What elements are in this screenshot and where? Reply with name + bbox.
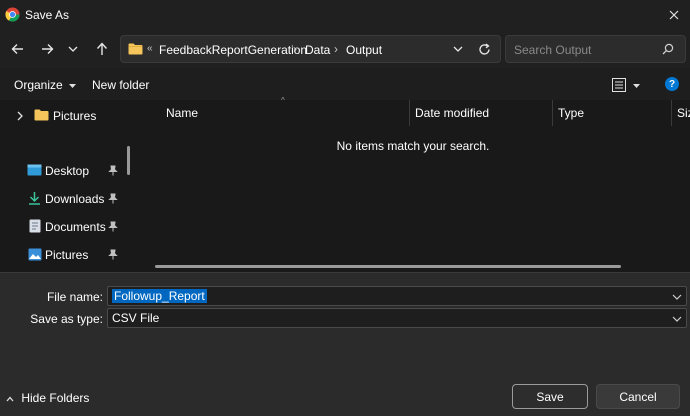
command-bar: Organize New folder [0,68,690,100]
search-placeholder: Search Output [514,43,592,57]
column-header-type[interactable]: Type [558,106,584,120]
column-header-date-modified[interactable]: Date modified [415,106,489,120]
search-icon [662,43,674,55]
chevron-right-icon: › [334,42,338,56]
arrow-right-icon [41,44,53,54]
back-button[interactable] [6,30,28,68]
documents-icon [29,219,41,233]
sidebar-item-documents[interactable]: Documents [0,215,130,239]
caret-down-icon [633,84,640,88]
save-as-type-select[interactable]: CSV File [107,308,687,328]
chevron-right-icon: › [293,42,297,56]
arrow-left-icon [11,44,23,54]
download-icon [29,192,40,205]
save-as-type-value: CSV File [112,311,160,325]
window-title: Save As [25,8,70,22]
pictures-icon [28,248,42,261]
desktop-icon [27,164,42,176]
refresh-icon [478,42,490,55]
file-name-label: File name: [46,290,103,304]
sidebar-item-label: Documents [45,220,106,234]
caret-down-icon [69,83,77,88]
recent-locations-button[interactable] [64,30,82,68]
help-icon: ? [668,78,676,90]
help-button[interactable]: ? [665,77,679,91]
column-divider[interactable] [552,100,553,126]
hide-folders-label: Hide Folders [21,391,90,405]
sidebar-item-label: Desktop [45,164,90,178]
pin-icon [108,249,118,260]
save-as-type-label: Save as type: [30,312,103,326]
file-list[interactable]: ^ Name Date modified Type Size No items … [136,96,690,272]
breadcrumb-item[interactable]: Data [305,43,330,57]
new-folder-button[interactable]: New folder [92,78,149,92]
view-options-button[interactable] [612,75,644,95]
sidebar-item-label: Pictures [45,248,89,262]
column-divider[interactable] [409,100,410,126]
file-name-field[interactable]: Followup_Report [107,286,687,306]
breadcrumb-item[interactable]: FeedbackReportGeneration [159,43,307,57]
address-history-button[interactable] [447,35,469,63]
sidebar-item-label: Pictures [53,109,97,123]
pin-icon [108,165,118,176]
sidebar-item-pictures-expand[interactable]: Pictures [0,104,130,128]
chevron-right-icon [17,111,23,121]
chevron-down-icon [68,46,78,52]
chevron-down-icon [672,316,682,322]
sort-indicator-icon: ^ [281,96,285,105]
folder-icon [128,43,143,55]
column-divider[interactable] [671,100,672,126]
organize-button[interactable]: Organize [14,78,77,92]
breadcrumb-item[interactable]: Output [346,43,382,57]
pin-icon [108,193,118,204]
chevron-down-icon[interactable] [672,294,682,300]
navigation-pane[interactable]: Pictures Desktop Downloads Documents Pic… [0,100,136,272]
sidebar-item-label: Downloads [45,192,105,206]
refresh-button[interactable] [473,35,495,63]
title-bar: Save As [0,0,690,30]
horizontal-scrollbar[interactable] [155,265,621,268]
cancel-button[interactable]: Cancel [596,384,680,409]
arrow-up-icon [96,42,108,55]
sidebar-item-pictures[interactable]: Pictures [0,243,130,267]
empty-message: No items match your search. [336,139,490,153]
hide-folders-button[interactable]: Hide Folders [6,391,89,405]
address-bar[interactable]: « FeedbackReportGeneration › Data › Outp… [120,35,501,63]
close-icon [669,10,679,20]
sidebar-item-downloads[interactable]: Downloads [0,187,130,211]
chrome-icon [5,7,20,22]
save-form: File name: Followup_Report Save as type:… [0,272,690,416]
chevron-up-icon [6,396,14,402]
view-list-icon [612,78,626,92]
up-button[interactable] [91,30,113,68]
sidebar-item-desktop[interactable]: Desktop [0,159,130,183]
close-button[interactable] [658,0,690,30]
sidebar-scrollbar[interactable] [127,146,130,175]
folder-icon [34,109,49,121]
organize-label: Organize [14,78,63,92]
forward-button[interactable] [36,30,58,68]
file-name-value: Followup_Report [112,289,207,303]
save-button[interactable]: Save [512,384,588,409]
breadcrumb-overflow[interactable]: « [147,43,153,54]
search-input[interactable]: Search Output [505,35,686,63]
chevron-down-icon [453,46,463,52]
pin-icon [108,221,118,232]
column-header-name[interactable]: Name [166,106,198,120]
column-header-size[interactable]: Size [677,106,690,120]
